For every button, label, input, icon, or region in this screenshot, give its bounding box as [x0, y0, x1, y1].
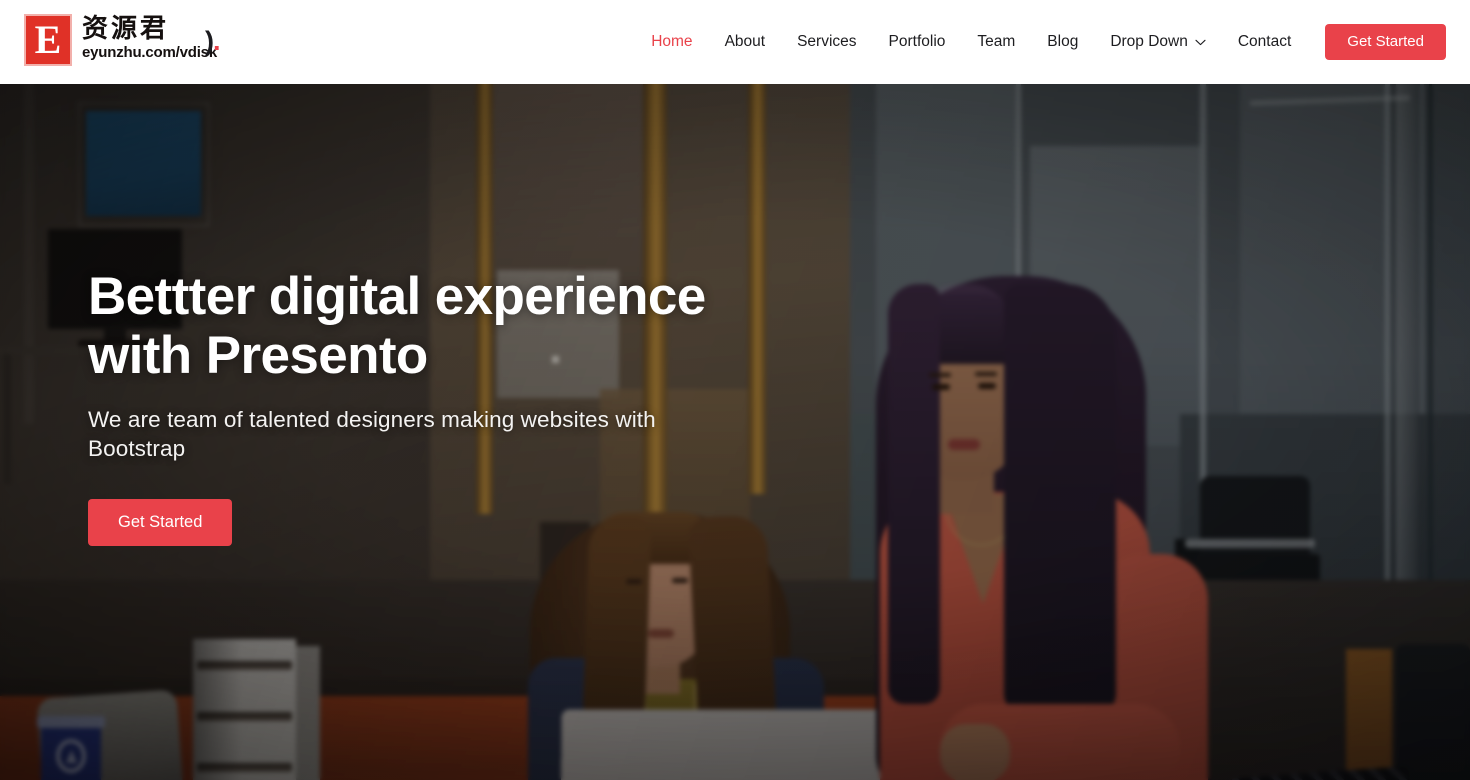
chevron-down-icon [1195, 37, 1206, 48]
hero-copy: Bettter digital experience with Presento… [88, 267, 808, 546]
brand-logo[interactable]: E 资源君 eyunzhu.com/vdisk [24, 14, 217, 66]
main-navigation: Home About Services Portfolio Team Blog … [635, 0, 1446, 84]
origin-wordmark-dot: . [213, 26, 220, 56]
brand-chinese-name: 资源君 [82, 14, 170, 43]
nav-item-drop-down[interactable]: Drop Down [1094, 0, 1222, 84]
nav-item-contact[interactable]: Contact [1222, 0, 1307, 84]
nav-item-home[interactable]: Home [635, 0, 708, 84]
header-get-started-button[interactable]: Get Started [1325, 24, 1446, 60]
nav-item-about[interactable]: About [709, 0, 782, 84]
brand-text: 资源君 eyunzhu.com/vdisk [82, 14, 217, 62]
nav-dropdown-label: Drop Down [1110, 33, 1188, 50]
site-header: E 资源君 eyunzhu.com/vdisk ). Home About Se… [0, 0, 1470, 84]
nav-item-team[interactable]: Team [961, 0, 1031, 84]
nav-item-blog[interactable]: Blog [1031, 0, 1094, 84]
hero-title: Bettter digital experience with Presento [88, 267, 706, 385]
hero-subtitle: We are team of talented designers making… [88, 407, 656, 461]
brand-mark-icon: E [24, 14, 72, 66]
nav-item-services[interactable]: Services [781, 0, 872, 84]
origin-site-wordmark: ). [205, 28, 220, 55]
brand-url: eyunzhu.com/vdisk [82, 44, 217, 61]
hero-get-started-button[interactable]: Get Started [88, 499, 233, 546]
hero-section: Bettter digital experience with Presento… [0, 84, 1470, 780]
origin-wordmark-tail: ) [205, 26, 214, 56]
brand-mark-letter: E [34, 17, 62, 62]
nav-item-portfolio[interactable]: Portfolio [873, 0, 962, 84]
